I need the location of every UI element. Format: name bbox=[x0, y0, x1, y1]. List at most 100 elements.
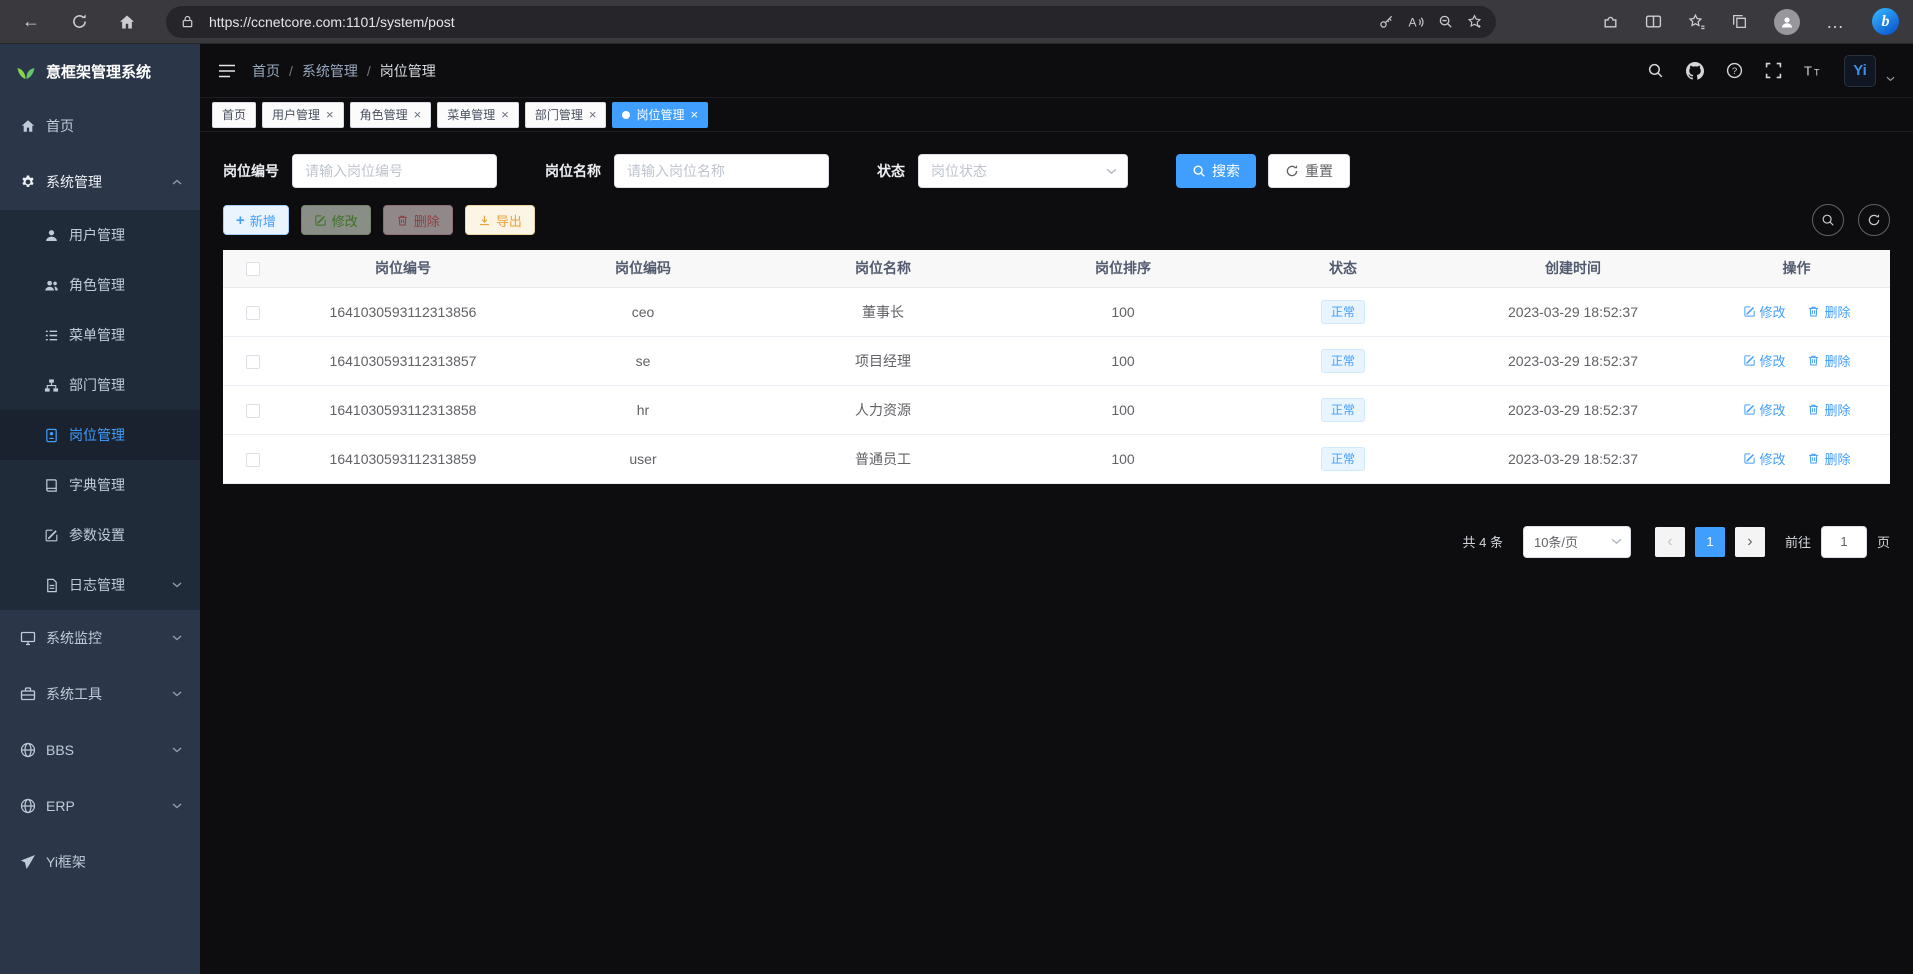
prev-page-button[interactable]: ‹ bbox=[1655, 527, 1685, 557]
refresh-table-button[interactable] bbox=[1858, 204, 1890, 236]
row-delete-link[interactable]: 删除 bbox=[1807, 351, 1850, 370]
table-row: 1641030593112313858 hr 人力资源 100 正常 2023-… bbox=[223, 385, 1890, 434]
svg-text:T: T bbox=[1804, 63, 1812, 78]
row-edit-link[interactable]: 修改 bbox=[1743, 302, 1786, 321]
browser-home-icon[interactable] bbox=[110, 6, 144, 38]
tag-role-mgmt[interactable]: 角色管理 × bbox=[350, 102, 432, 128]
sidebar-item-menu-mgmt[interactable]: 菜单管理 bbox=[0, 310, 200, 360]
url-text[interactable]: https://ccnetcore.com:1101/system/post bbox=[209, 14, 1365, 30]
sidebar-item-param-settings[interactable]: 参数设置 bbox=[0, 510, 200, 560]
svg-text:?: ? bbox=[1732, 66, 1737, 77]
table-row: 1641030593112313857 se 项目经理 100 正常 2023-… bbox=[223, 336, 1890, 385]
user-avatar-logo[interactable]: Yi bbox=[1844, 55, 1876, 87]
sidebar-toggle-icon[interactable] bbox=[218, 63, 236, 79]
browser-settings-menu-icon[interactable]: … bbox=[1826, 17, 1846, 27]
password-key-icon[interactable] bbox=[1379, 14, 1394, 29]
close-icon[interactable]: × bbox=[589, 108, 597, 121]
add-button[interactable]: + 新增 bbox=[223, 205, 289, 235]
row-edit-link[interactable]: 修改 bbox=[1743, 400, 1786, 419]
tag-dept-mgmt[interactable]: 部门管理 × bbox=[525, 102, 607, 128]
header-search-icon[interactable] bbox=[1647, 62, 1664, 79]
breadcrumb-home[interactable]: 首页 bbox=[252, 61, 280, 81]
post-code-input[interactable] bbox=[292, 154, 497, 188]
status-badge: 正常 bbox=[1321, 300, 1365, 324]
zoom-out-icon[interactable] bbox=[1438, 14, 1453, 29]
edit-button[interactable]: 修改 bbox=[301, 205, 371, 235]
log-file-icon bbox=[44, 578, 59, 593]
breadcrumb-system-mgmt[interactable]: 系统管理 bbox=[302, 61, 358, 81]
sidebar-item-user-mgmt[interactable]: 用户管理 bbox=[0, 210, 200, 260]
post-table: 岗位编号 岗位编码 岗位名称 岗位排序 状态 创建时间 操作 164103059… bbox=[223, 250, 1890, 484]
reset-button[interactable]: 重置 bbox=[1268, 154, 1350, 188]
font-size-icon[interactable]: TT bbox=[1804, 63, 1822, 79]
id-badge-icon bbox=[44, 428, 59, 443]
browser-profile-avatar[interactable] bbox=[1774, 9, 1800, 35]
next-page-button[interactable]: › bbox=[1735, 527, 1765, 557]
status-select[interactable]: 岗位状态 bbox=[918, 154, 1128, 188]
table-header-row: 岗位编号 岗位编码 岗位名称 岗位排序 状态 创建时间 操作 bbox=[223, 250, 1890, 287]
toggle-search-button[interactable] bbox=[1812, 204, 1844, 236]
breadcrumb: 首页 / 系统管理 / 岗位管理 bbox=[252, 61, 436, 81]
row-checkbox[interactable] bbox=[246, 355, 260, 369]
row-checkbox[interactable] bbox=[246, 306, 260, 320]
sidebar-item-role-mgmt[interactable]: 角色管理 bbox=[0, 260, 200, 310]
browser-address-bar[interactable]: https://ccnetcore.com:1101/system/post A bbox=[166, 6, 1496, 38]
sidebar-item-erp[interactable]: ERP bbox=[0, 778, 200, 834]
sidebar-item-dept-mgmt[interactable]: 部门管理 bbox=[0, 360, 200, 410]
close-icon[interactable]: × bbox=[690, 108, 698, 121]
add-favorite-star-icon[interactable] bbox=[1467, 14, 1482, 29]
col-status: 状态 bbox=[1243, 250, 1443, 287]
goto-label: 前往 bbox=[1785, 532, 1811, 551]
row-edit-link[interactable]: 修改 bbox=[1743, 449, 1786, 468]
user-menu-caret-icon[interactable] bbox=[1886, 76, 1895, 82]
sidebar-item-home[interactable]: 首页 bbox=[0, 98, 200, 154]
post-name-input[interactable] bbox=[614, 154, 829, 188]
tag-post-mgmt[interactable]: 岗位管理 × bbox=[612, 102, 708, 128]
close-icon[interactable]: × bbox=[501, 108, 509, 121]
chevron-down-icon bbox=[1106, 168, 1117, 175]
tag-home[interactable]: 首页 bbox=[212, 102, 256, 128]
row-delete-link[interactable]: 删除 bbox=[1807, 302, 1850, 321]
tag-user-mgmt[interactable]: 用户管理 × bbox=[262, 102, 344, 128]
close-icon[interactable]: × bbox=[414, 108, 422, 121]
sidebar-item-bbs[interactable]: BBS bbox=[0, 722, 200, 778]
row-checkbox[interactable] bbox=[246, 404, 260, 418]
sidebar-item-dict-mgmt[interactable]: 字典管理 bbox=[0, 460, 200, 510]
site-info-lock-icon[interactable] bbox=[180, 14, 195, 29]
delete-button[interactable]: 删除 bbox=[383, 205, 453, 235]
sidebar-item-system-mgmt[interactable]: 系统管理 bbox=[0, 154, 200, 210]
extensions-puzzle-icon[interactable] bbox=[1602, 13, 1619, 30]
tag-menu-mgmt[interactable]: 菜单管理 × bbox=[437, 102, 519, 128]
sidebar-item-system-monitor[interactable]: 系统监控 bbox=[0, 610, 200, 666]
sidebar-item-log-mgmt[interactable]: 日志管理 bbox=[0, 560, 200, 610]
search-button[interactable]: 搜索 bbox=[1176, 154, 1256, 188]
bing-copilot-icon[interactable]: b bbox=[1872, 8, 1899, 35]
browser-back-icon[interactable]: ← bbox=[14, 6, 48, 38]
sidebar-item-yi-framework[interactable]: Yi框架 bbox=[0, 834, 200, 890]
page-size-select[interactable]: 10条/页 bbox=[1523, 526, 1631, 558]
breadcrumb-current: 岗位管理 bbox=[380, 61, 436, 81]
fullscreen-icon[interactable] bbox=[1765, 62, 1782, 79]
export-button[interactable]: 导出 bbox=[465, 205, 535, 235]
split-screen-icon[interactable] bbox=[1645, 13, 1662, 30]
favorites-star-icon[interactable] bbox=[1688, 13, 1705, 30]
page-unit-label: 页 bbox=[1877, 532, 1890, 551]
read-aloud-icon[interactable]: A bbox=[1408, 14, 1424, 30]
col-post-code: 岗位编码 bbox=[523, 250, 763, 287]
row-checkbox[interactable] bbox=[246, 453, 260, 467]
row-delete-link[interactable]: 删除 bbox=[1807, 449, 1850, 468]
sidebar-item-post-mgmt[interactable]: 岗位管理 bbox=[0, 410, 200, 460]
page-1-button[interactable]: 1 bbox=[1695, 527, 1725, 557]
collections-icon[interactable] bbox=[1731, 13, 1748, 30]
row-edit-link[interactable]: 修改 bbox=[1743, 351, 1786, 370]
goto-page-input[interactable] bbox=[1821, 526, 1867, 558]
help-icon[interactable]: ? bbox=[1726, 62, 1743, 79]
select-all-checkbox[interactable] bbox=[246, 262, 260, 276]
github-icon[interactable] bbox=[1686, 62, 1704, 80]
system-mgmt-submenu: 用户管理 角色管理 菜单管理 bbox=[0, 210, 200, 610]
browser-actions: … b bbox=[1602, 8, 1899, 35]
sidebar-item-system-tools[interactable]: 系统工具 bbox=[0, 666, 200, 722]
browser-refresh-icon[interactable] bbox=[62, 6, 96, 38]
row-delete-link[interactable]: 删除 bbox=[1807, 400, 1850, 419]
close-icon[interactable]: × bbox=[326, 108, 334, 121]
